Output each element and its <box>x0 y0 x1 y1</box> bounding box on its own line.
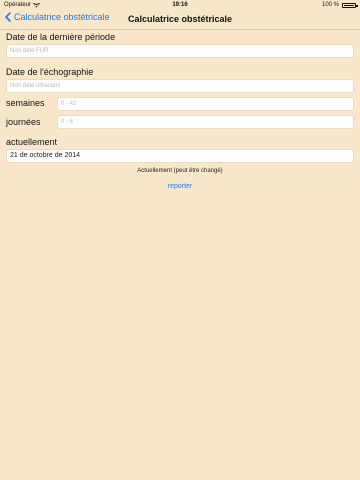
days-label: journées <box>6 117 41 127</box>
clock: 19:16 <box>172 2 188 8</box>
ultrasound-date-field[interactable]: Non daté ultrasons <box>6 79 354 93</box>
status-bar: Opérateur 19:16 100 % <box>0 0 360 10</box>
navigation-bar: Calculatrice obstétricale Calculatrice o… <box>0 10 360 30</box>
current-date-field[interactable]: 21 de octobre de 2014 <box>6 149 354 163</box>
battery-group: 100 % <box>321 0 358 10</box>
battery-percent: 100 % <box>321 2 339 8</box>
ultrasound-label: Date de l'échographie <box>6 67 94 77</box>
last-period-label: Date de la dernière période <box>6 32 116 42</box>
report-button[interactable]: reporter <box>0 183 360 190</box>
battery-icon <box>342 2 358 8</box>
current-date-note: Actuellement (peut être changé) <box>137 168 223 174</box>
days-field[interactable]: 0 - 6 <box>57 115 354 129</box>
current-date-label: actuellement <box>6 137 58 147</box>
page-title: Calculatrice obstétricale <box>127 14 233 24</box>
weeks-label: semaines <box>6 98 45 108</box>
last-period-field[interactable]: Non daté FUR <box>6 44 354 58</box>
weeks-field[interactable]: 0 - 42 <box>57 97 354 111</box>
